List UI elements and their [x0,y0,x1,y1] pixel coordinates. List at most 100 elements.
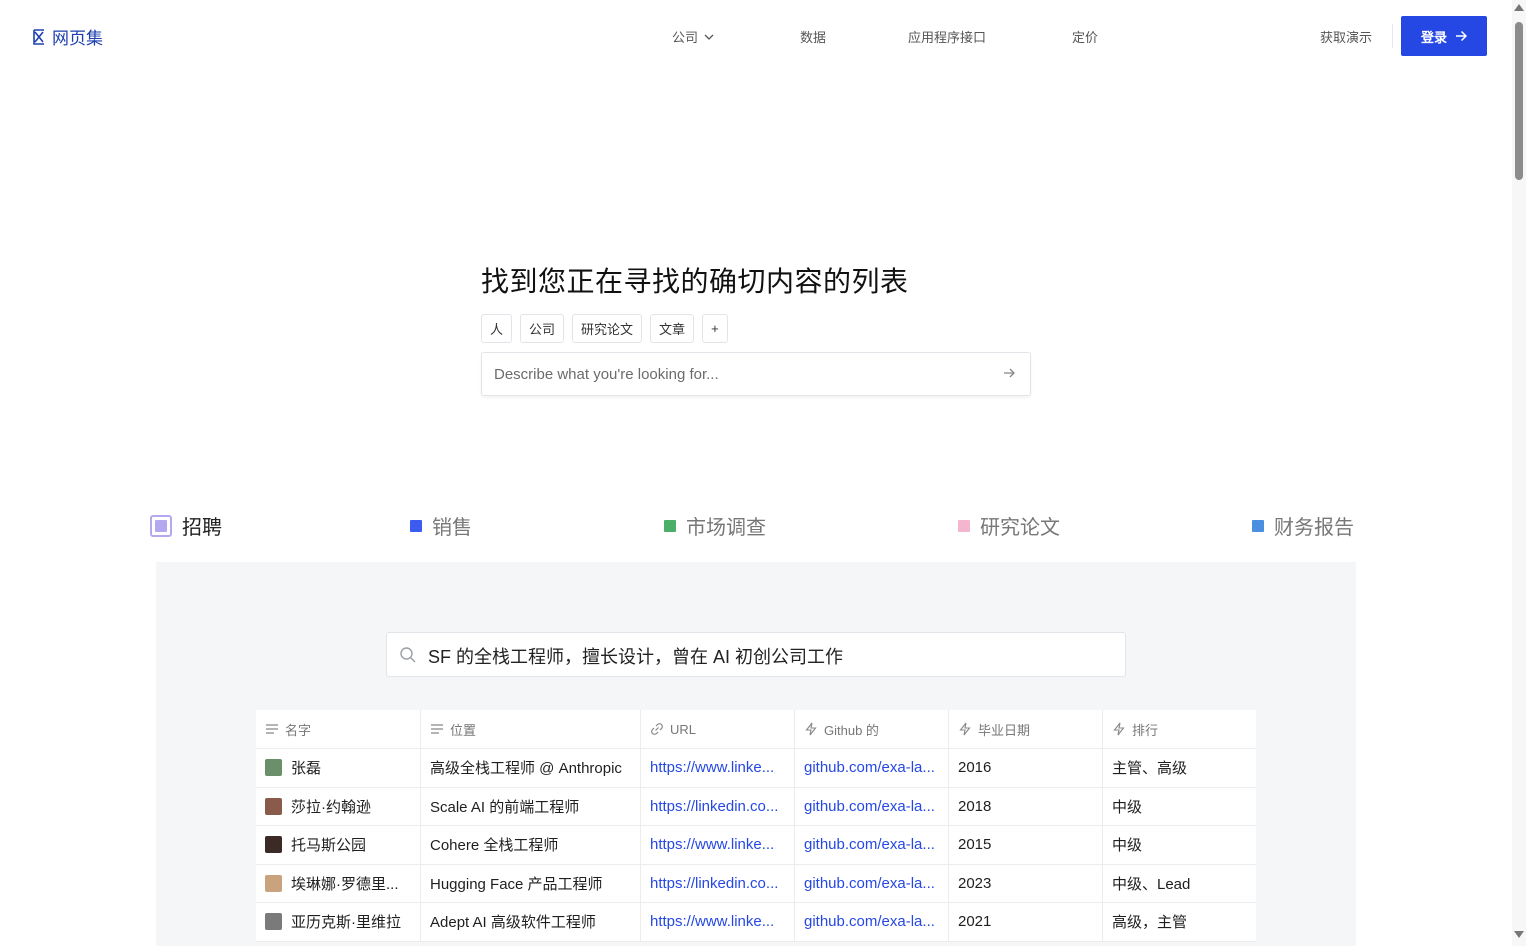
logo-mark-icon [33,28,44,45]
cell-name: 埃琳娜·罗德里... [256,864,421,902]
table-row[interactable]: 亚历克斯·里维拉 Adept AI 高级软件工程师 https://www.li… [256,903,1256,942]
get-demo-link[interactable]: 获取演示 [1320,27,1372,46]
cell-url-link[interactable]: https://www.linke... [641,749,795,787]
chip-research-papers[interactable]: 研究论文 [572,314,643,343]
cell-graduation: 2023 [949,864,1103,902]
cell-rank: 高级，主管 [1112,914,1188,932]
tab-recruiting[interactable]: 招聘 [150,511,222,540]
search-icon [400,647,416,663]
column-header-graduation[interactable]: 毕业日期 [949,710,1103,748]
cell-name: 张磊 [256,749,421,787]
tab-research-papers-marker [958,519,970,532]
cell-github-link[interactable]: github.com/exa-la... [795,787,949,825]
category-chips: 人 公司 研究论文 文章 + [481,314,728,343]
column-header-position[interactable]: 位置 [421,710,641,748]
column-header-name[interactable]: 名字 [256,710,421,748]
tab-market-research[interactable]: 市场调查 [664,511,766,540]
cell-graduation: 2018 [949,787,1103,825]
nav-api[interactable]: 应用程序接口 [908,27,986,46]
nav-pricing[interactable]: 定价 [1072,27,1098,46]
tab-financial-reports-marker [1252,519,1264,532]
tab-sales[interactable]: 销售 [410,511,472,540]
login-button-label: 登录 [1420,29,1447,45]
hero-search-input[interactable] [494,353,984,395]
table-row[interactable]: 张磊 高级全栈工程师 @ Anthropic https://www.linke… [256,749,1256,788]
bolt-icon [959,722,971,736]
avatar [265,797,282,815]
cell-position: Hugging Face 产品工程师 [421,864,641,902]
table-row[interactable]: 托马斯公园 Cohere 全栈工程师 https://www.linke... … [256,826,1256,865]
tab-recruiting-marker [150,514,172,537]
hero-search-box [481,352,1031,396]
chevron-down-icon [704,34,714,40]
table-row[interactable]: 埃琳娜·罗德里... Hugging Face 产品工程师 https://li… [256,864,1256,903]
cell-name: 亚历克斯·里维拉 [256,903,421,941]
link-icon [651,723,663,735]
tab-sales-label: 销售 [432,517,472,539]
scrollbar-thumb[interactable] [1515,22,1523,180]
name-text: 亚历克斯·里维拉 [291,914,401,932]
column-header-rank-label: 排行 [1132,722,1159,738]
cell-rank: 中级 [1112,837,1143,855]
tab-financial-reports-label: 财务报告 [1274,517,1354,539]
logo[interactable]: 网页集 [32,24,103,49]
tab-research-papers-label: 研究论文 [980,517,1060,539]
column-header-url[interactable]: URL [641,710,795,748]
cell-github-link[interactable]: github.com/exa-la... [795,903,949,941]
scroll-up-arrow-icon[interactable] [1514,4,1524,11]
cell-position: 高级全栈工程师 @ Anthropic [421,749,641,787]
bolt-icon [805,722,817,736]
column-header-github-label: Github 的 [824,722,879,738]
cell-github-link[interactable]: github.com/exa-la... [795,826,949,864]
tab-market-research-marker [664,519,676,532]
avatar [265,874,282,892]
text-lines-icon [266,724,278,734]
chip-companies[interactable]: 公司 [520,314,565,343]
column-header-name-label: 名字 [285,722,312,738]
header-divider [1392,24,1393,48]
results-table: 名字 位置 URL Github 的 毕业日期 排行 张磊 高级全栈工程师 @ … [256,710,1256,942]
tab-market-research-label: 市场调查 [686,517,766,539]
cell-name: 托马斯公园 [256,826,421,864]
name-text: 莎拉·约翰逊 [291,798,371,816]
nav-data-label: 数据 [800,30,827,45]
chip-articles[interactable]: 文章 [650,314,695,343]
cell-name: 莎拉·约翰逊 [256,787,421,825]
nav-data[interactable]: 数据 [800,27,826,46]
name-text: 埃琳娜·罗德里... [291,875,399,893]
cell-url-link[interactable]: https://linkedin.co... [641,787,795,825]
page: 网页集 公司 数据 应用程序接口 定价 获取演示 登录 找到您正在寻找的确切内容… [0,0,1526,946]
nav-api-label: 应用程序接口 [908,30,987,45]
column-header-rank[interactable]: 排行 [1103,710,1256,748]
column-header-position-label: 位置 [450,722,477,738]
logo-text: 网页集 [52,29,103,48]
tab-research-papers[interactable]: 研究论文 [958,511,1060,540]
search-submit-arrow-icon[interactable] [1002,366,1016,380]
nav-company-label: 公司 [672,30,699,45]
cell-github-link[interactable]: github.com/exa-la... [795,864,949,902]
avatar [265,759,282,777]
column-header-github[interactable]: Github 的 [795,710,949,748]
name-text: 托马斯公园 [291,837,367,855]
tab-recruiting-label: 招聘 [182,517,222,539]
login-button[interactable]: 登录 [1401,16,1487,56]
table-row[interactable]: 莎拉·约翰逊 Scale AI 的前端工程师 https://linkedin.… [256,787,1256,826]
cell-github-link[interactable]: github.com/exa-la... [795,749,949,787]
tab-financial-reports[interactable]: 财务报告 [1252,511,1354,540]
cell-graduation: 2016 [949,749,1103,787]
nav-company[interactable]: 公司 [672,27,714,46]
hero-title: 找到您正在寻找的确切内容的列表 [481,266,909,297]
cell-url-link[interactable]: https://linkedin.co... [641,864,795,902]
cell-url-link[interactable]: https://www.linke... [641,903,795,941]
chip-add[interactable]: + [702,314,728,343]
text-lines-icon [431,724,443,734]
cell-position: Cohere 全栈工程师 [421,826,641,864]
column-header-graduation-label: 毕业日期 [978,722,1031,738]
avatar [265,913,282,931]
cell-url-link[interactable]: https://www.linke... [641,826,795,864]
name-text: 张磊 [291,760,322,778]
chip-people[interactable]: 人 [481,314,513,343]
avatar [265,836,282,854]
scroll-down-arrow-icon[interactable] [1514,931,1524,938]
cell-graduation: 2015 [949,826,1103,864]
